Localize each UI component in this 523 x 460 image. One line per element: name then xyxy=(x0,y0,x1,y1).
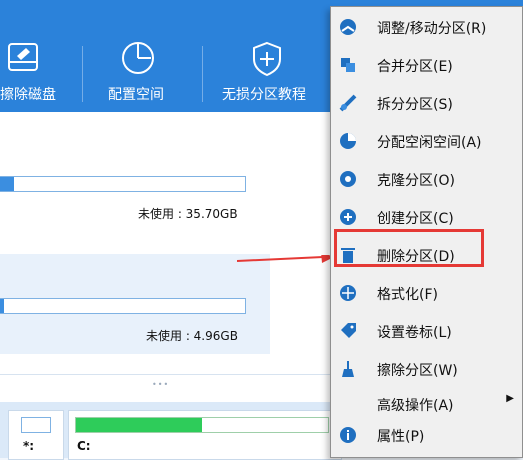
menu-item-label: 设置卷标(L) xyxy=(377,325,452,341)
menu-item-label: 擦除分区(W) xyxy=(377,363,458,379)
partition-card[interactable]: 未使用 : 4.96GB xyxy=(0,254,270,354)
menu-item-label: 克隆分区(O) xyxy=(377,173,455,189)
clock-pie-icon xyxy=(122,42,154,74)
clone-icon xyxy=(340,171,356,187)
usage-bar-fill xyxy=(0,177,14,191)
lossless-tutorial-label: 无损分区教程 xyxy=(222,87,306,103)
info-icon xyxy=(340,427,356,443)
create-partition-icon xyxy=(340,209,356,225)
partition-usage-box xyxy=(75,417,329,433)
menu-item-merge[interactable]: 合并分区(E) xyxy=(331,50,522,80)
disk-partition-block[interactable]: C: xyxy=(68,410,342,460)
menu-item-resize-move[interactable]: 调整/移动分区(R) xyxy=(331,12,522,42)
allocate-space-icon xyxy=(340,133,356,149)
configure-space-label: 配置空间 xyxy=(108,87,164,103)
menu-item-label: 创建分区(C) xyxy=(377,211,454,227)
toolbar-separator xyxy=(202,46,203,102)
menu-item-label: 调整/移动分区(R) xyxy=(377,21,487,37)
menu-item-allocate[interactable]: 分配空闲空间(A) xyxy=(331,126,522,156)
menu-item-label: 格式化(F) xyxy=(377,287,438,303)
menu-item-label: 属性(P) xyxy=(377,429,425,445)
menu-item-label: 分配空闲空间(A) xyxy=(377,135,482,151)
menu-item-properties[interactable]: 属性(P) xyxy=(331,420,522,450)
menu-item-split[interactable]: 拆分分区(S) xyxy=(331,88,522,118)
menu-item-label: 合并分区(E) xyxy=(377,59,453,75)
disk-partition-block[interactable]: *: xyxy=(8,410,64,460)
tag-icon xyxy=(341,323,356,338)
annotation-arrow xyxy=(237,255,334,263)
menu-item-format[interactable]: 格式化(F) xyxy=(331,278,522,308)
erase-disk-label: 擦除磁盘 xyxy=(0,87,56,103)
menu-item-advanced[interactable]: 高级操作(A) ▶ xyxy=(331,389,522,419)
menu-item-wipe[interactable]: 擦除分区(W) xyxy=(331,354,522,384)
partition-usage-fill xyxy=(76,418,202,432)
menu-item-label: 高级操作(A) xyxy=(377,398,454,414)
merge-icon xyxy=(341,58,355,72)
free-space-text: 未使用 : 4.96GB xyxy=(146,329,238,343)
panel-divider xyxy=(0,374,340,375)
submenu-arrow-icon: ▶ xyxy=(506,393,514,404)
menu-item-clone[interactable]: 克隆分区(O) xyxy=(331,164,522,194)
shield-plus-icon xyxy=(253,41,281,77)
menu-item-label: 拆分分区(S) xyxy=(377,97,453,113)
resize-move-icon xyxy=(340,19,356,35)
usage-bar xyxy=(0,176,246,192)
partition-usage-box xyxy=(21,417,51,433)
menu-item-set-label[interactable]: 设置卷标(L) xyxy=(331,316,522,346)
highlight-box xyxy=(334,229,484,267)
menu-item-create[interactable]: 创建分区(C) xyxy=(331,202,522,232)
format-icon xyxy=(340,285,356,301)
usage-bar xyxy=(0,298,246,314)
partition-letter: *: xyxy=(23,439,35,453)
disk-erase-icon xyxy=(8,43,38,71)
resize-grip[interactable]: ••• xyxy=(152,380,169,389)
free-space-text: 未使用 : 35.70GB xyxy=(138,207,238,221)
partition-card[interactable]: 未使用 : 35.70GB xyxy=(0,112,270,230)
toolbar-separator xyxy=(82,46,83,102)
broom-icon xyxy=(342,361,354,377)
usage-bar-fill xyxy=(0,299,4,313)
split-icon xyxy=(339,94,357,112)
partition-letter: C: xyxy=(77,439,91,453)
